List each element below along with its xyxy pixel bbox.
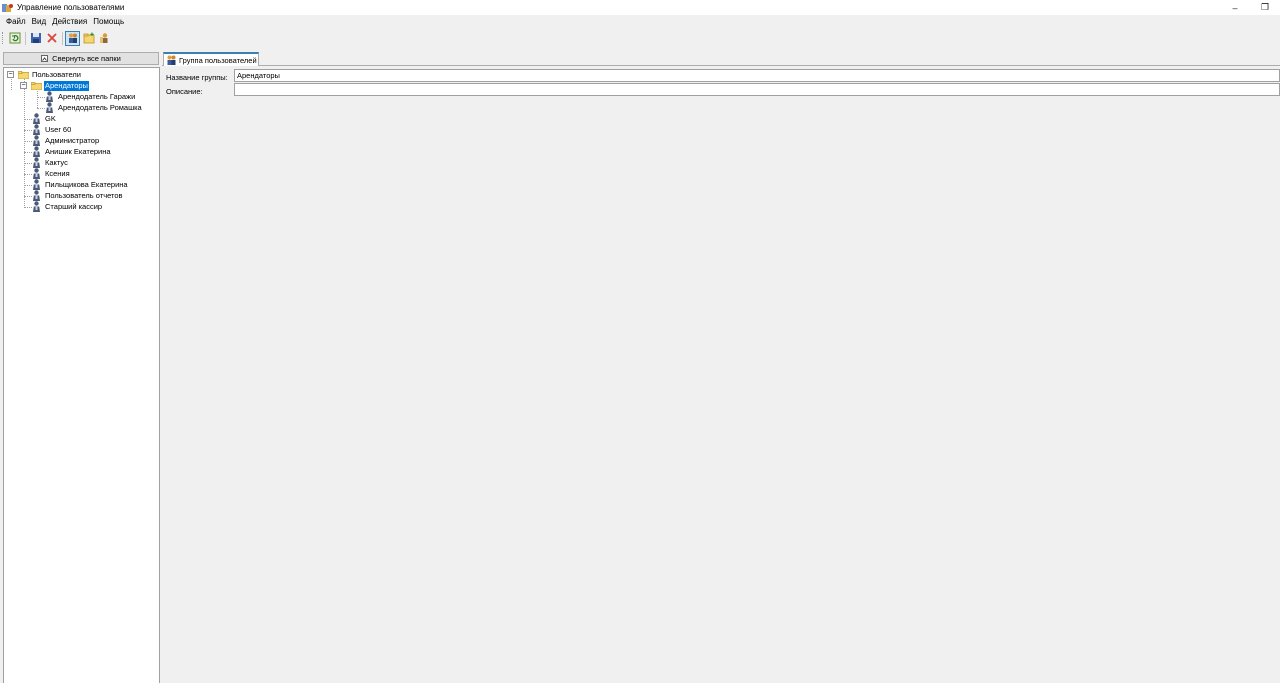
- tree-label: Пользователь отчетов: [45, 190, 123, 200]
- collapse-all-folders-button[interactable]: Свернуть все папки: [3, 52, 159, 65]
- app-icon: [2, 3, 14, 13]
- user-icon: [45, 102, 54, 113]
- users-group-icon: [166, 55, 177, 65]
- tree-node-root[interactable]: − Пользователи: [7, 69, 82, 80]
- delete-icon[interactable]: [44, 31, 59, 46]
- tree-node-user[interactable]: Анишик Екатерина: [32, 146, 112, 157]
- tree-node-user[interactable]: Старший кассир: [32, 201, 103, 212]
- user-icon: [32, 113, 41, 124]
- folder-open-icon: [30, 81, 43, 90]
- tree-node-user[interactable]: Арендодатель Гаражи: [45, 91, 136, 102]
- user-icon: [32, 190, 41, 201]
- minimize-button[interactable]: –: [1220, 0, 1250, 15]
- tree-node-user[interactable]: Ксения: [32, 168, 71, 179]
- title-bar: Управление пользователями – ❐: [0, 0, 1280, 15]
- user-icon: [32, 146, 41, 157]
- tree-label-selected: Арендаторы: [44, 80, 89, 91]
- add-user-icon[interactable]: [97, 31, 112, 46]
- menu-help[interactable]: Помощь: [90, 15, 127, 29]
- tree-label: User 60: [45, 124, 72, 134]
- user-icon: [32, 168, 41, 179]
- tree-label: Анишик Екатерина: [45, 146, 111, 156]
- new-folder-icon[interactable]: [81, 31, 96, 46]
- toolbar-grip[interactable]: [2, 32, 4, 44]
- toolbar-separator: [25, 31, 26, 45]
- tree-label: GK: [45, 113, 56, 123]
- tree-label: Пильщикова Екатерина: [45, 179, 128, 189]
- user-icon: [32, 124, 41, 135]
- menu-file[interactable]: Файл: [3, 15, 29, 29]
- tree-label: Старший кассир: [45, 201, 103, 211]
- group-properties-panel: Название группы: Арендаторы Описание:: [162, 66, 1280, 683]
- refresh-icon[interactable]: [7, 31, 22, 46]
- menu-bar: Файл Вид Действия Помощь: [0, 15, 1280, 29]
- folder-icon: [17, 70, 30, 79]
- window-title: Управление пользователями: [17, 3, 125, 12]
- description-label: Описание:: [166, 87, 203, 96]
- tree-label: Ксения: [45, 168, 70, 178]
- collapse-all-label: Свернуть все папки: [52, 54, 121, 63]
- group-name-label: Название группы:: [166, 73, 228, 82]
- tree-node-user[interactable]: Пользователь отчетов: [32, 190, 124, 201]
- user-icon: [32, 201, 41, 212]
- tree-node-user[interactable]: Администратор: [32, 135, 100, 146]
- tree-node-user[interactable]: User 60: [32, 124, 72, 135]
- save-icon[interactable]: [28, 31, 43, 46]
- description-field[interactable]: [234, 83, 1280, 96]
- menu-actions[interactable]: Действия: [49, 15, 90, 29]
- tab-user-group[interactable]: Группа пользователей: [163, 52, 259, 66]
- user-icon: [32, 179, 41, 190]
- users-group-icon[interactable]: [65, 30, 80, 46]
- restore-button[interactable]: ❐: [1250, 0, 1280, 15]
- menu-view[interactable]: Вид: [29, 15, 49, 29]
- tree-node-group[interactable]: − Арендаторы: [20, 80, 89, 91]
- user-icon: [45, 91, 54, 102]
- chevron-up-icon: [41, 55, 49, 62]
- group-name-field[interactable]: Арендаторы: [234, 69, 1280, 82]
- tree-label: Кактус: [45, 157, 68, 167]
- tree-node-user[interactable]: GK: [32, 113, 57, 124]
- user-icon: [32, 157, 41, 168]
- tree-label: Пользователи: [32, 69, 81, 79]
- tree-label: Администратор: [45, 135, 100, 145]
- user-tree[interactable]: − Пользователи − Арендаторы Арендодатель…: [3, 67, 160, 683]
- toolbar: [0, 29, 1280, 47]
- tree-label: Арендодатель Гаражи: [58, 91, 136, 101]
- collapse-toggle-icon[interactable]: −: [20, 82, 27, 89]
- toolbar-separator: [62, 31, 63, 45]
- tree-node-user[interactable]: Арендодатель Ромашка: [45, 102, 143, 113]
- user-icon: [32, 135, 41, 146]
- tree-label: Арендодатель Ромашка: [58, 102, 142, 112]
- tab-label: Группа пользователей: [179, 55, 257, 65]
- collapse-toggle-icon[interactable]: −: [7, 71, 14, 78]
- tree-node-user[interactable]: Пильщикова Екатерина: [32, 179, 129, 190]
- tree-node-user[interactable]: Кактус: [32, 157, 69, 168]
